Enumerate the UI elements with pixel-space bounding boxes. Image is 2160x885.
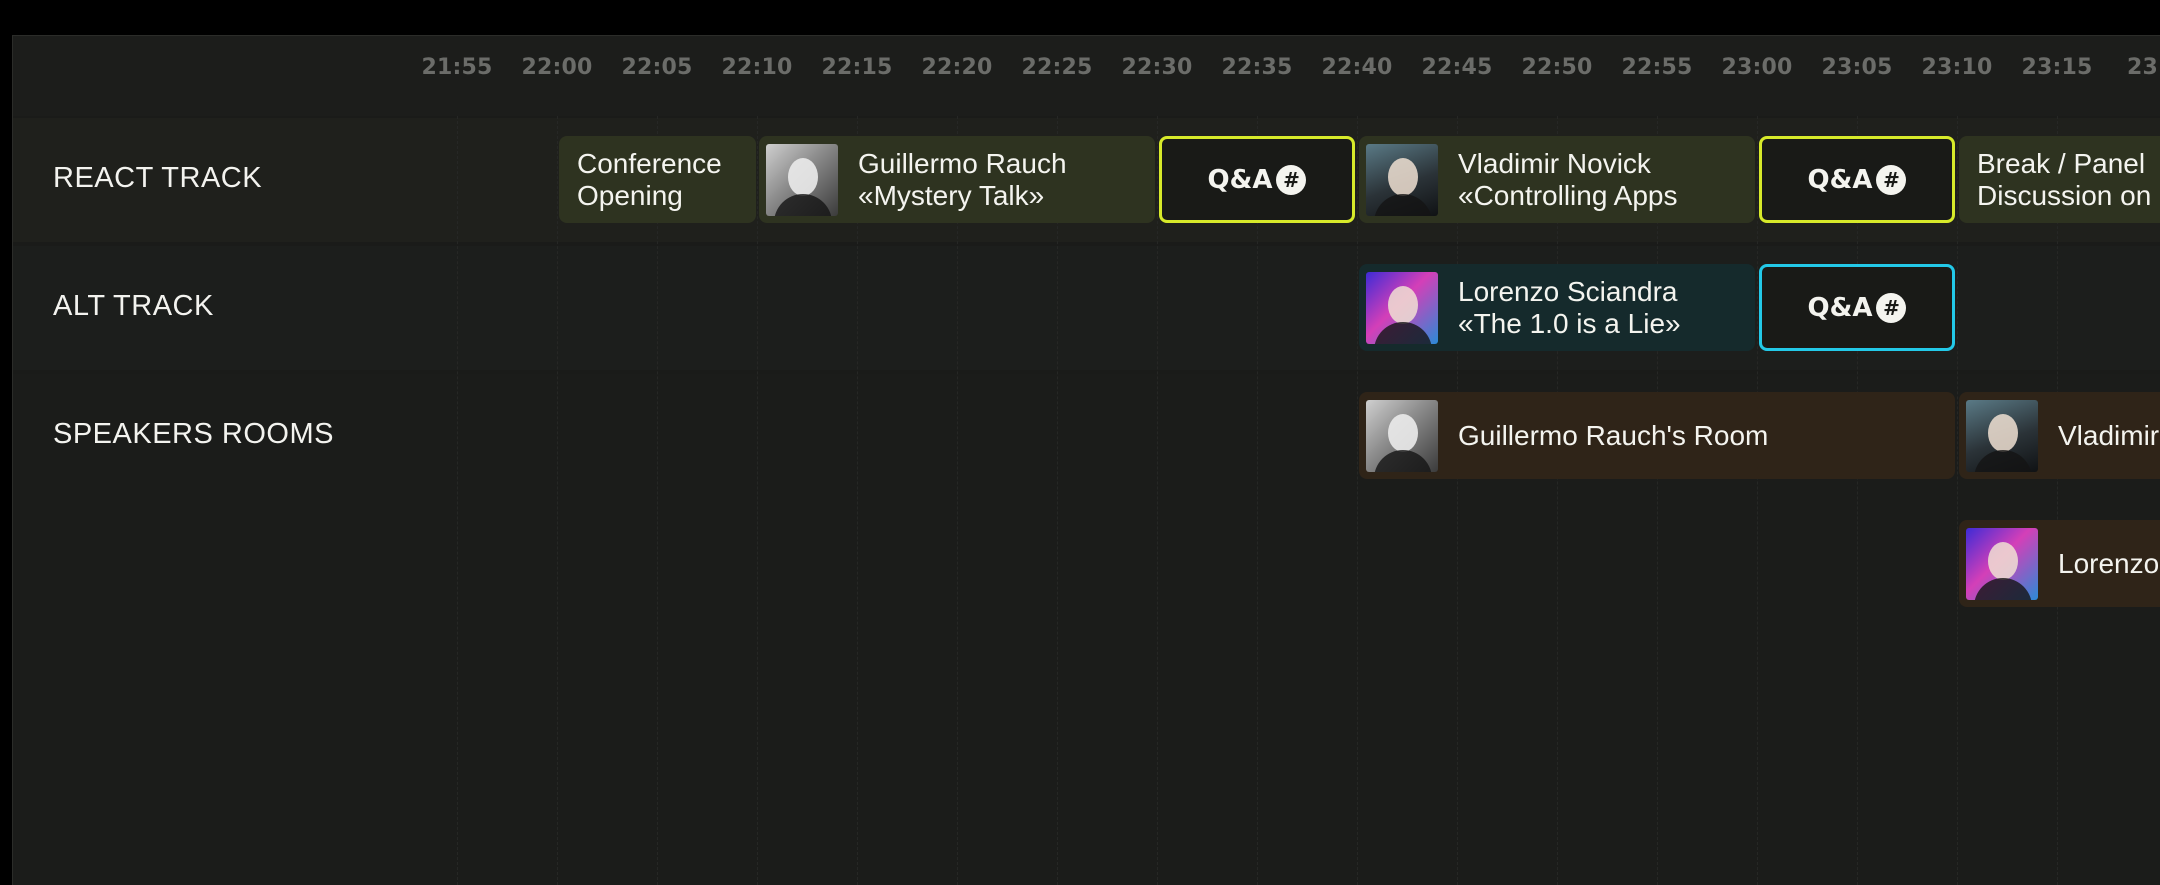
time-tick: 22:45 xyxy=(1421,55,1493,80)
time-tick: 22:25 xyxy=(1021,55,1093,80)
slack-icon: # xyxy=(1876,164,1907,195)
time-tick: 23:00 xyxy=(1721,55,1793,80)
time-tick: 23:10 xyxy=(1921,55,1993,80)
grid-line xyxy=(657,116,658,885)
qa-label: Q&A xyxy=(1207,164,1273,195)
event-title: Lorenzo Sciandra «The 1.0 is a Lie» xyxy=(1458,276,1681,340)
time-tick: 22:35 xyxy=(1221,55,1293,80)
time-tick: 22:05 xyxy=(621,55,693,80)
event-qa-react-1[interactable]: Q&A # xyxy=(1159,136,1355,223)
time-tick: 22:55 xyxy=(1621,55,1693,80)
time-tick: 22:20 xyxy=(921,55,993,80)
event-title: Conference Opening xyxy=(577,148,722,212)
event-title-line2: Discussion on xyxy=(1977,179,2152,211)
time-tick: 23:05 xyxy=(1821,55,1893,80)
time-tick: 22:30 xyxy=(1121,55,1193,80)
timeline-header: 21:55 22:00 22:05 22:10 22:15 22:20 22:2… xyxy=(13,36,2160,116)
track-label-react: REACT TRACK xyxy=(53,162,263,194)
grid-line xyxy=(857,116,858,885)
grid-line xyxy=(957,116,958,885)
event-sciandra-talk[interactable]: Lorenzo Sciandra «The 1.0 is a Lie» xyxy=(1359,264,1755,351)
grid-line xyxy=(557,116,558,885)
speaker-avatar xyxy=(1366,399,1438,472)
event-title: Lorenzo xyxy=(2058,547,2160,579)
event-novick-talk[interactable]: Vladimir Novick «Controlling Apps xyxy=(1359,136,1755,223)
time-tick: 22:10 xyxy=(721,55,793,80)
event-rauch-room[interactable]: Guillermo Rauch's Room xyxy=(1359,392,1955,479)
event-title: Vladimir Novick «Controlling Apps xyxy=(1458,148,1677,212)
event-conference-opening[interactable]: Conference Opening xyxy=(559,136,756,223)
grid-line xyxy=(1357,116,1358,885)
schedule-panel: 21:55 22:00 22:05 22:10 22:15 22:20 22:2… xyxy=(12,35,2160,885)
speaker-avatar xyxy=(1966,527,2038,600)
slack-icon: # xyxy=(1276,164,1307,195)
time-tick: 22:50 xyxy=(1521,55,1593,80)
grid-line xyxy=(1257,116,1258,885)
event-title-line1: Conference xyxy=(577,147,722,179)
slack-icon: # xyxy=(1876,292,1907,323)
grid-line xyxy=(757,116,758,885)
grid-line xyxy=(2057,116,2058,885)
event-title: Break / Panel Discussion on xyxy=(1977,148,2151,212)
event-title-line1: Break / Panel xyxy=(1977,147,2146,179)
event-qa-react-2[interactable]: Q&A # xyxy=(1759,136,1955,223)
event-novick-room[interactable]: Vladimir xyxy=(1959,392,2160,479)
event-qa-alt[interactable]: Q&A # xyxy=(1759,264,1955,351)
grid-line xyxy=(1857,116,1858,885)
time-tick: 23:15 xyxy=(2021,55,2093,80)
event-title: Vladimir xyxy=(2058,419,2160,451)
event-sciandra-room[interactable]: Lorenzo xyxy=(1959,520,2160,607)
qa-label: Q&A xyxy=(1807,164,1873,195)
event-title-line1: Vladimir Novick xyxy=(1458,147,1651,179)
grid-line xyxy=(1757,116,1758,885)
event-title-line2: «Mystery Talk» xyxy=(858,179,1045,211)
grid-line xyxy=(1457,116,1458,885)
event-title-line2: «The 1.0 is a Lie» xyxy=(1458,307,1681,339)
grid-line xyxy=(1557,116,1558,885)
time-tick: 21:55 xyxy=(421,55,493,80)
event-title: Guillermo Rauch «Mystery Talk» xyxy=(858,148,1067,212)
speaker-avatar xyxy=(1366,143,1438,216)
event-title-line2: Opening xyxy=(577,179,683,211)
speaker-avatar xyxy=(766,143,838,216)
grid-line xyxy=(1057,116,1058,885)
event-break-panel[interactable]: Break / Panel Discussion on xyxy=(1959,136,2160,223)
track-label-alt: ALT TRACK xyxy=(53,290,214,322)
grid-line xyxy=(1957,116,1958,885)
grid-line xyxy=(1157,116,1158,885)
event-title: Guillermo Rauch's Room xyxy=(1458,419,1769,451)
time-tick: 22:15 xyxy=(821,55,893,80)
time-tick: 22:00 xyxy=(521,55,593,80)
speaker-avatar xyxy=(1366,271,1438,344)
time-tick: 23:2 xyxy=(2127,55,2160,80)
qa-label: Q&A xyxy=(1807,292,1873,323)
speaker-avatar xyxy=(1966,399,2038,472)
grid-line xyxy=(457,116,458,885)
event-rauch-talk[interactable]: Guillermo Rauch «Mystery Talk» xyxy=(759,136,1155,223)
event-title-line2: «Controlling Apps xyxy=(1458,179,1678,211)
event-title-line1: Guillermo Rauch xyxy=(858,147,1067,179)
track-label-speakers-rooms: SPEAKERS ROOMS xyxy=(53,418,334,450)
event-title-line1: Lorenzo Sciandra xyxy=(1458,275,1678,307)
time-tick: 22:40 xyxy=(1321,55,1393,80)
grid-line xyxy=(1657,116,1658,885)
